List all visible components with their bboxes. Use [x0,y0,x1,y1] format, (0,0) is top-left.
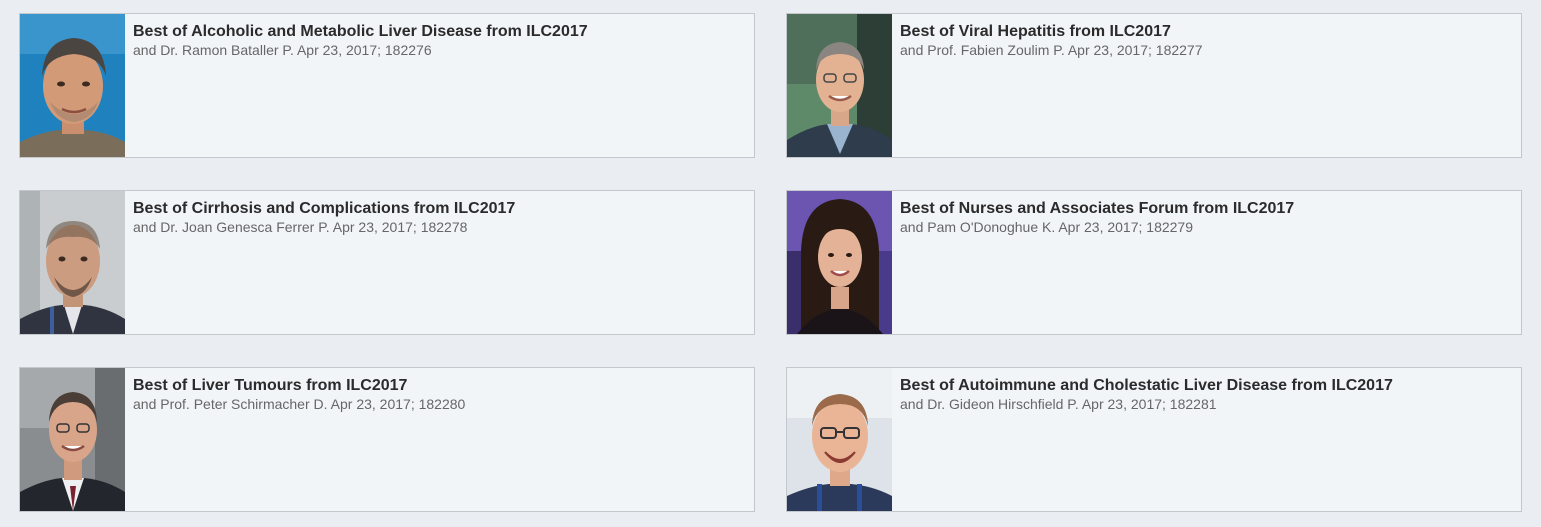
speaker-photo[interactable] [787,14,892,157]
webcast-info: Best of Liver Tumours from ILC2017 and P… [125,368,465,511]
speaker-photo[interactable] [787,368,892,511]
webcast-grid: Best of Alcoholic and Metabolic Liver Di… [19,13,1522,512]
speaker-photo-image [20,191,125,334]
speaker-photo[interactable] [787,191,892,334]
webcast-title-link[interactable]: Best of Liver Tumours from ILC2017 [133,376,465,395]
webcast-info: Best of Viral Hepatitis from ILC2017 and… [892,14,1203,157]
webcast-byline: and Dr. Gideon Hirschfield P. Apr 23, 20… [900,396,1217,412]
webcast-byline: and Prof. Peter Schirmacher D. Apr 23, 2… [133,396,466,412]
webcast-title-link[interactable]: Best of Autoimmune and Cholestatic Liver… [900,376,1393,395]
webcast-title-link[interactable]: Best of Cirrhosis and Complications from… [133,199,515,218]
webcast-title-link[interactable]: Best of Viral Hepatitis from ILC2017 [900,22,1203,41]
speaker-photo[interactable] [20,14,125,157]
speaker-photo-image [787,14,892,157]
speaker-photo-image [20,14,125,157]
speaker-photo[interactable] [20,368,125,511]
webcast-info: Best of Cirrhosis and Complications from… [125,191,515,334]
webcast-byline: and Pam O'Donoghue K. Apr 23, 2017; 1822… [900,219,1194,235]
webcast-byline: and Dr. Ramon Bataller P. Apr 23, 2017; … [133,42,432,58]
webcast-info: Best of Nurses and Associates Forum from… [892,191,1294,334]
webcast-info: Best of Alcoholic and Metabolic Liver Di… [125,14,588,157]
webcast-card[interactable]: Best of Alcoholic and Metabolic Liver Di… [19,13,755,158]
webcast-title-link[interactable]: Best of Nurses and Associates Forum from… [900,199,1294,218]
speaker-photo-image [787,368,892,511]
webcast-byline: and Dr. Joan Genesca Ferrer P. Apr 23, 2… [133,219,468,235]
webcast-info: Best of Autoimmune and Cholestatic Liver… [892,368,1393,511]
webcast-card[interactable]: Best of Cirrhosis and Complications from… [19,190,755,335]
speaker-photo[interactable] [20,191,125,334]
speaker-photo-image [787,191,892,334]
webcast-card[interactable]: Best of Nurses and Associates Forum from… [786,190,1522,335]
webcast-card[interactable]: Best of Liver Tumours from ILC2017 and P… [19,367,755,512]
webcast-card[interactable]: Best of Autoimmune and Cholestatic Liver… [786,367,1522,512]
webcast-card[interactable]: Best of Viral Hepatitis from ILC2017 and… [786,13,1522,158]
speaker-photo-image [20,368,125,511]
webcast-title-link[interactable]: Best of Alcoholic and Metabolic Liver Di… [133,22,588,41]
webcast-byline: and Prof. Fabien Zoulim P. Apr 23, 2017;… [900,42,1203,58]
